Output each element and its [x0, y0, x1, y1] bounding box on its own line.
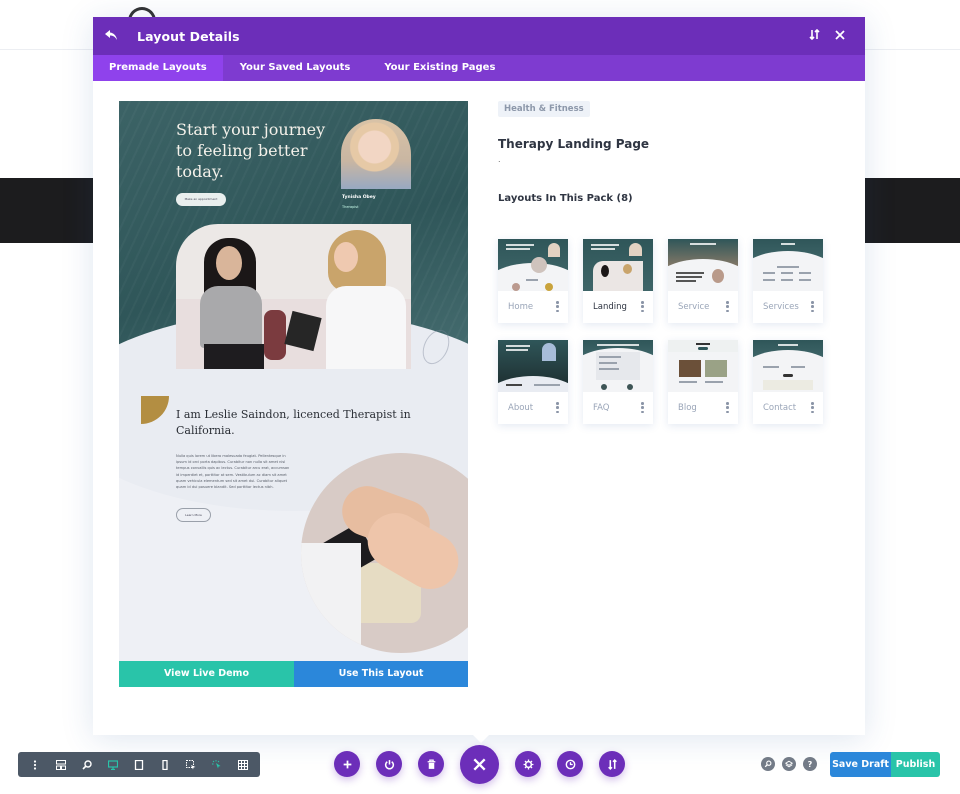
more-options-icon[interactable] — [811, 402, 814, 413]
layout-thumb-contact[interactable]: Contact — [753, 340, 823, 424]
hover-icon[interactable] — [204, 752, 230, 777]
therapy-session-photo — [176, 224, 411, 369]
layout-title: Therapy Landing Page — [498, 137, 650, 151]
history-button[interactable] — [557, 751, 583, 777]
more-options-icon[interactable] — [556, 301, 559, 312]
layout-thumb-service[interactable]: Service — [668, 239, 738, 323]
layout-thumb-home[interactable]: Home — [498, 239, 568, 323]
preview-about-heading: I am Leslie Saindon, licenced Therapist … — [176, 408, 411, 437]
back-arrow-icon[interactable] — [105, 27, 125, 45]
edit-mode-toolbar — [174, 752, 260, 777]
category-badge[interactable]: Health & Fitness — [498, 101, 590, 117]
preview-about-body: Nulla quis lorem ut libero malesuada feu… — [176, 454, 290, 490]
layout-thumb-label: Blog — [678, 403, 697, 413]
therapist-role: Therapist — [342, 205, 359, 209]
layout-thumb-label: About — [508, 403, 534, 413]
layout-thumb-label: FAQ — [593, 403, 610, 413]
preview-actions: View Live Demo Use This Layout — [119, 661, 468, 687]
layout-thumb-about[interactable]: About — [498, 340, 568, 424]
layout-preview[interactable]: Start your journey to feeling better tod… — [119, 101, 468, 661]
tab-premade-layouts[interactable]: Premade Layouts — [93, 55, 223, 81]
history-icon — [565, 759, 575, 769]
view-mode-toolbar — [18, 752, 182, 777]
view-live-demo-button[interactable]: View Live Demo — [119, 661, 294, 687]
layout-description: . — [498, 155, 501, 164]
layout-thumb-image — [583, 239, 653, 291]
layout-thumb-image — [498, 239, 568, 291]
layout-thumb-label: Contact — [763, 403, 797, 413]
layout-thumb-image — [753, 239, 823, 291]
layout-thumb-faq[interactable]: FAQ — [583, 340, 653, 424]
pack-heading: Layouts In This Pack (8) — [498, 193, 633, 204]
layout-thumb-label: Services — [763, 302, 799, 312]
more-options-icon[interactable] — [811, 301, 814, 312]
therapist-name: Tynisha Obey — [342, 195, 376, 200]
layout-pack-grid: Home Landing Service Services About FAQ … — [498, 239, 828, 424]
portability-button[interactable] — [599, 751, 625, 777]
use-this-layout-button[interactable]: Use This Layout — [294, 661, 468, 687]
more-options-icon[interactable] — [726, 301, 729, 312]
zoom-icon[interactable] — [74, 752, 100, 777]
select-icon[interactable] — [178, 752, 204, 777]
add-icon — [343, 760, 351, 768]
tab-saved-layouts[interactable]: Your Saved Layouts — [223, 55, 368, 81]
more-options-icon[interactable] — [641, 402, 644, 413]
trash-icon — [427, 758, 435, 769]
power-icon — [384, 759, 394, 770]
layout-thumb-blog[interactable]: Blog — [668, 340, 738, 424]
layout-thumb-landing[interactable]: Landing — [583, 239, 653, 323]
search-icon[interactable] — [761, 757, 775, 771]
layout-thumb-image — [498, 340, 568, 392]
layout-thumb-image — [668, 239, 738, 291]
grid-icon[interactable] — [230, 752, 256, 777]
menu-dots-icon[interactable] — [22, 752, 48, 777]
preview-appointment-button: Make an appointment — [176, 193, 226, 206]
tab-existing-pages[interactable]: Your Existing Pages — [367, 55, 512, 81]
sort-icon[interactable] — [801, 28, 827, 44]
modal-pointer — [473, 735, 489, 743]
sort-icon — [607, 758, 617, 770]
settings-icon — [523, 759, 533, 769]
layout-tabs: Premade Layouts Your Saved Layouts Your … — [93, 55, 865, 81]
wireframe-icon[interactable] — [48, 752, 74, 777]
layout-thumb-image — [583, 340, 653, 392]
settings-button[interactable] — [515, 751, 541, 777]
close-icon — [473, 758, 486, 771]
layout-thumb-label: Service — [678, 302, 710, 312]
tablet-icon[interactable] — [126, 752, 152, 777]
layout-thumb-label: Landing — [593, 302, 627, 312]
preview-hero-heading: Start your journey to feeling better tod… — [176, 120, 326, 181]
modal-title: Layout Details — [137, 28, 240, 44]
add-button[interactable] — [334, 751, 360, 777]
layout-thumb-services[interactable]: Services — [753, 239, 823, 323]
layout-thumb-image — [753, 340, 823, 392]
save-draft-button[interactable]: Save Draft — [830, 752, 891, 777]
layout-thumb-image — [668, 340, 738, 392]
layout-details-modal: Layout Details Premade Layouts Your Save… — [93, 17, 865, 735]
desktop-icon[interactable] — [100, 752, 126, 777]
layers-icon[interactable] — [782, 757, 796, 771]
layout-thumb-label: Home — [508, 302, 534, 312]
publish-button[interactable]: Publish — [891, 752, 940, 777]
more-options-icon[interactable] — [556, 402, 559, 413]
therapist-portrait — [341, 119, 411, 189]
trash-button[interactable] — [418, 751, 444, 777]
more-options-icon[interactable] — [641, 301, 644, 312]
power-button[interactable] — [376, 751, 402, 777]
modal-header: Layout Details — [93, 17, 865, 55]
preview-learn-more-button: Learn More — [176, 508, 211, 522]
help-icon[interactable]: ? — [803, 757, 817, 771]
close-builder-button[interactable] — [460, 745, 499, 784]
more-options-icon[interactable] — [726, 402, 729, 413]
close-icon[interactable] — [827, 29, 853, 44]
